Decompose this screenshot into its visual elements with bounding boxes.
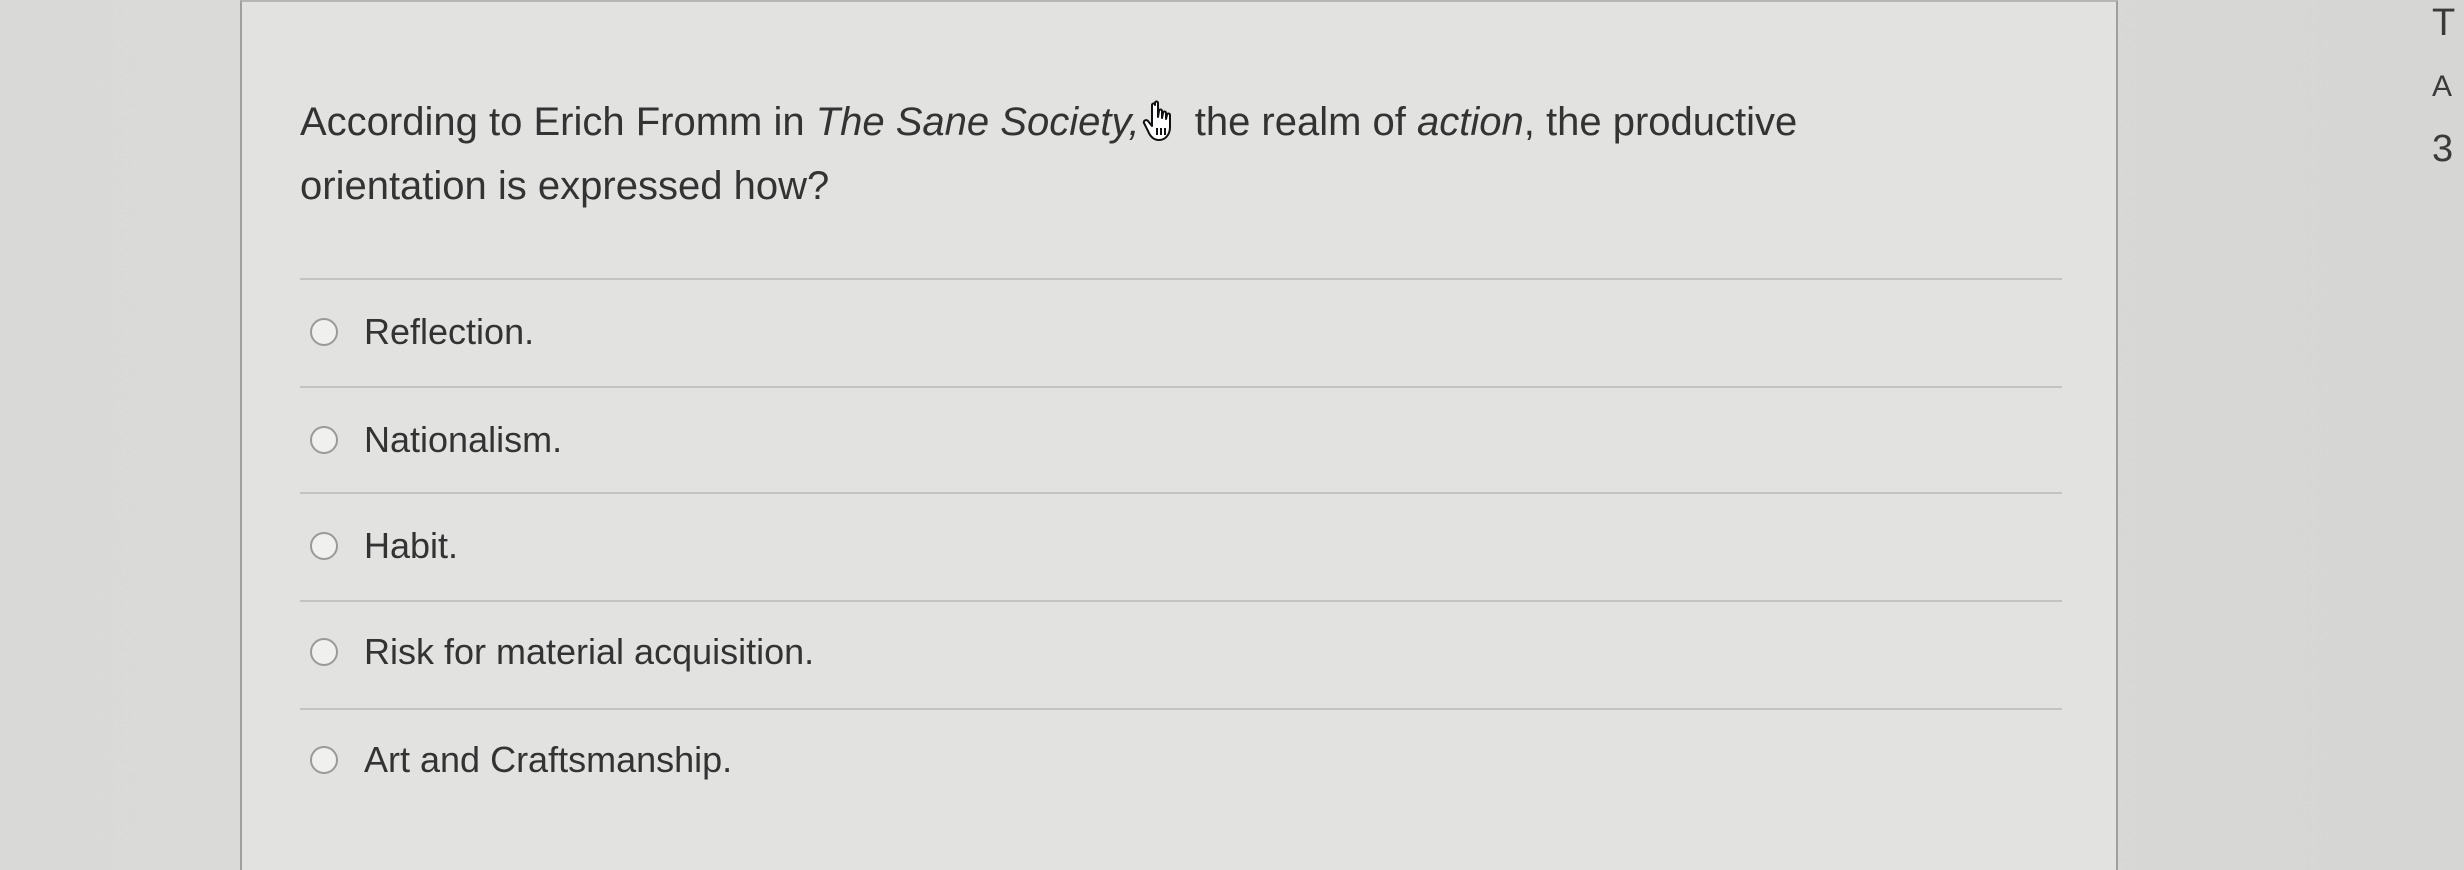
radio-button[interactable] bbox=[310, 532, 338, 560]
answer-option-risk[interactable]: Risk for material acquisition. bbox=[310, 622, 814, 682]
question-text-part2: the realm of bbox=[1183, 100, 1418, 144]
radio-button[interactable] bbox=[310, 638, 338, 666]
side-letter: A bbox=[2432, 70, 2453, 103]
radio-button[interactable] bbox=[310, 426, 338, 454]
book-title: The Sane Society, bbox=[815, 100, 1140, 144]
divider bbox=[300, 492, 2062, 494]
answer-option-art[interactable]: Art and Craftsmanship. bbox=[310, 730, 732, 790]
question-emphasis: action bbox=[1417, 100, 1524, 144]
radio-button[interactable] bbox=[310, 746, 338, 774]
side-letter: T bbox=[2432, 2, 2456, 44]
answer-option-habit[interactable]: Habit. bbox=[310, 516, 458, 576]
option-label: Reflection. bbox=[364, 311, 535, 352]
answer-option-reflection[interactable]: Reflection. bbox=[310, 302, 534, 362]
question-text: According to Erich Fromm in The Sane Soc… bbox=[300, 90, 1940, 218]
divider bbox=[300, 600, 2062, 602]
question-card: According to Erich Fromm in The Sane Soc… bbox=[240, 0, 2118, 870]
answer-option-nationalism[interactable]: Nationalism. bbox=[310, 410, 562, 470]
option-label: Habit. bbox=[364, 525, 459, 566]
option-label: Risk for material acquisition. bbox=[364, 631, 815, 672]
side-letter: 3 bbox=[2432, 128, 2454, 170]
divider bbox=[300, 386, 2062, 388]
divider bbox=[300, 278, 2062, 280]
option-label: Art and Craftsmanship. bbox=[364, 739, 733, 780]
radio-button[interactable] bbox=[310, 318, 338, 346]
hand-pointer-icon bbox=[1142, 100, 1171, 141]
divider bbox=[300, 708, 2062, 710]
option-label: Nationalism. bbox=[364, 419, 563, 460]
question-text-part1: According to Erich Fromm in bbox=[300, 100, 816, 144]
